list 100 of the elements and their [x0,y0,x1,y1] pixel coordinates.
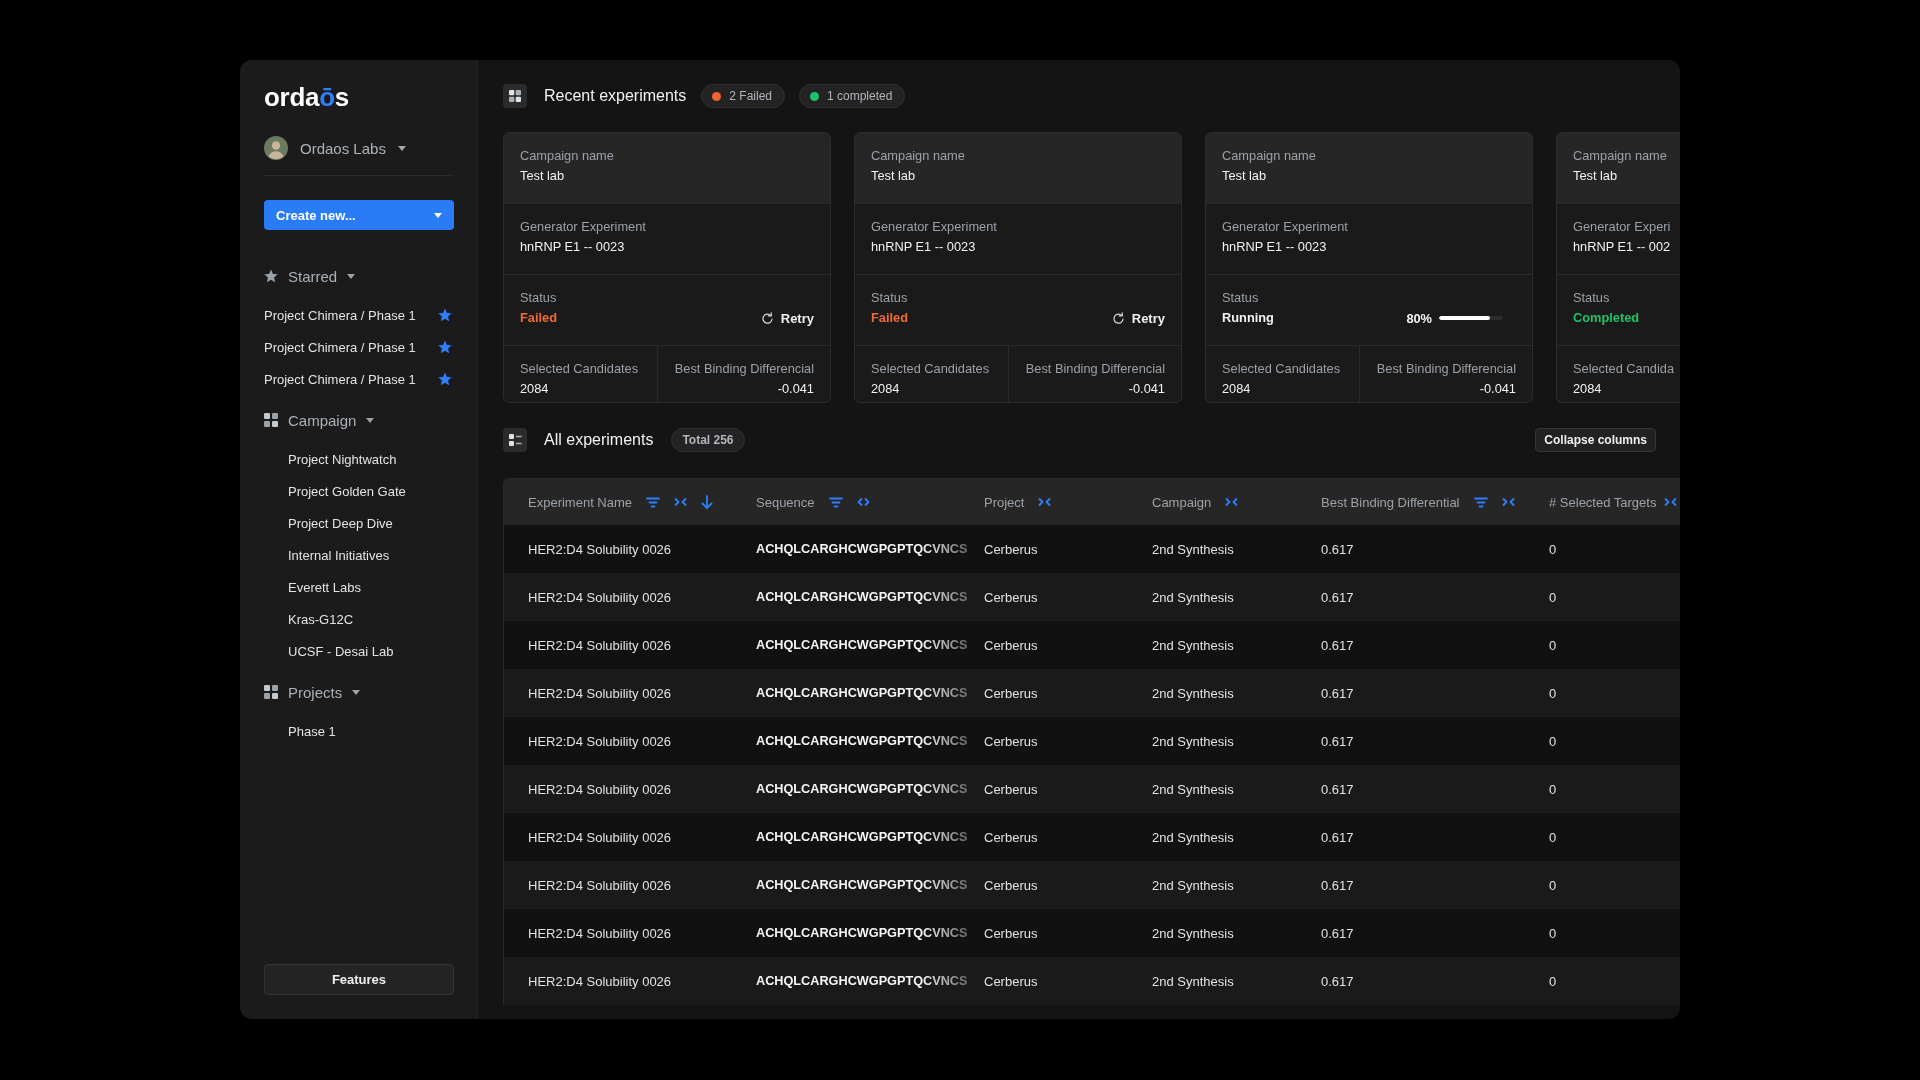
table-cell-text: HER2:D4 Solubility 0026 [527,637,673,653]
sequence-text: ACHQLCARGHCWGPGPTQCVNCS [755,878,969,892]
sidebar-item[interactable]: Kras-G12C [288,603,354,635]
sequence-text: ACHQLCARGHCWGPGPTQCVNCS [755,734,969,748]
table-cell-text: 0.617 [1320,733,1355,749]
table-cell-text: Cerberus [983,637,1039,653]
field-label: Generator Experi [1573,218,1672,236]
list-icon [503,428,527,452]
sequence-text: ACHQLCARGHCWGPGPTQCVNCS [755,926,969,940]
features-button[interactable]: Features [264,964,454,995]
field-label: Generator Experiment [520,218,647,236]
field-label: Best Binding Differencial [674,360,814,378]
table-cell-text: HER2:D4 Solubility 0026 [527,877,673,893]
section-title: All experiments [544,431,654,449]
retry-button[interactable]: Retry [1111,309,1165,327]
filter-icon[interactable] [1473,496,1488,508]
table-cell-text: HER2:D4 Solubility 0026 [527,733,673,749]
org-switcher[interactable]: Ordaos Labs [264,134,406,162]
field-label: Generator Experiment [1222,218,1349,236]
sidebar-item[interactable]: Project Golden Gate [288,475,406,507]
field-value: 2084 [871,380,901,398]
table-cell-text: 0 [1548,637,1558,653]
table-cell-text: 0.617 [1320,685,1355,701]
chevrons-inward-icon[interactable] [1664,497,1678,507]
chevrons-inward-icon[interactable] [1501,497,1515,507]
table-cell-text: 0 [1548,877,1558,893]
status-count: 1 completed [827,89,893,103]
sidebar-item[interactable]: Phase 1 [288,715,336,747]
column-title: Project [984,494,1025,510]
section-header[interactable]: Starred [264,262,356,290]
sidebar-item[interactable]: UCSF - Desai Lab [288,635,394,667]
sidebar-item[interactable]: Project Chimera / Phase 1 [264,363,454,395]
sidebar-item[interactable]: Project Chimera / Phase 1 [264,331,454,363]
grid-icon [503,84,527,108]
field-label: Selected Candidates [871,360,991,378]
table-cell-text: 0.617 [1320,589,1355,605]
field-label: Selected Candidates [520,360,640,378]
status-text: Completed [1573,309,1640,327]
table-cell-text: 2nd Synthesis [1151,541,1235,557]
filter-icon[interactable] [646,496,661,508]
sequence-text: ACHQLCARGHCWGPGPTQCVNCS [755,686,969,700]
sidebar-item[interactable]: Project Deep Dive [288,507,393,539]
table-cell-text: 2nd Synthesis [1151,781,1235,797]
table-cell-text: 2nd Synthesis [1151,637,1235,653]
table-cell-text: Cerberus [983,925,1039,941]
status-text: Failed [520,309,557,327]
table-cell-text: 2nd Synthesis [1151,877,1235,893]
sidebar-item[interactable]: Internal Initiatives [288,539,390,571]
field-value: 2084 [1573,380,1603,398]
retry-button[interactable]: Retry [760,309,814,327]
table-cell-text: HER2:D4 Solubility 0026 [527,589,673,605]
table-cell-text: 2nd Synthesis [1151,685,1235,701]
column-title: Experiment Name [528,494,633,510]
table-cell-text: 0 [1548,589,1558,605]
field-value: Test lab [520,167,566,185]
table-cell-text: 2nd Synthesis [1151,925,1235,941]
column-title: Campaign [1152,494,1212,510]
table-cell-text: Cerberus [983,973,1039,989]
sidebar-item[interactable]: Project Chimera / Phase 1 [264,299,454,331]
collapse-columns-button[interactable]: Collapse columns [1535,428,1656,452]
caret-down-icon [434,212,442,218]
table-cell-text: 0.617 [1320,781,1355,797]
sidebar-item[interactable]: Project Nightwatch [288,443,397,475]
chevrons-inward-icon[interactable] [1225,497,1239,507]
table-cell-text: 2nd Synthesis [1151,589,1235,605]
table-cell-text: 0.617 [1320,541,1355,557]
column-title: # Selected Targets [1549,494,1657,510]
section-header[interactable]: Projects [264,678,361,706]
logo: ordaōs [264,84,349,110]
table-cell-text: 0 [1548,541,1558,557]
table-cell-text: HER2:D4 Solubility 0026 [527,685,673,701]
table-cell-text: 2nd Synthesis [1151,829,1235,845]
table-cell-text: 0 [1548,685,1558,701]
field-value: -0.041 [776,380,814,398]
table-cell-text: 2nd Synthesis [1151,973,1235,989]
section-header[interactable]: Campaign [264,406,375,434]
progress-text: 80% [1406,310,1432,326]
sidebar-item[interactable]: Everett Labs [288,571,361,603]
refresh-icon [1111,311,1125,325]
field-label: Campaign name [1222,147,1317,165]
table-cell-text: Cerberus [983,589,1039,605]
sequence-text: ACHQLCARGHCWGPGPTQCVNCS [755,830,969,844]
total-badge: Total 256 [671,428,745,452]
filter-icon[interactable] [828,496,843,508]
sequence-text: ACHQLCARGHCWGPGPTQCVNCS [755,782,969,796]
field-label: Status [1573,289,1611,307]
table-cell-text: Cerberus [983,541,1039,557]
table-cell-text: 2nd Synthesis [1151,733,1235,749]
table-cell-text: Cerberus [983,733,1039,749]
field-label: Status [871,289,909,307]
chevrons-inward-icon[interactable] [674,497,688,507]
table-cell-text: Cerberus [983,877,1039,893]
status-text: Failed [871,309,908,327]
table-cell-text: 0 [1548,973,1558,989]
arrow-down-icon[interactable] [701,495,714,509]
caret-down-icon [397,145,406,151]
column-title: Sequence [756,494,815,510]
chevrons-outward-icon[interactable] [856,497,870,507]
create-button[interactable]: Create new... [264,200,454,230]
chevrons-inward-icon[interactable] [1038,497,1052,507]
